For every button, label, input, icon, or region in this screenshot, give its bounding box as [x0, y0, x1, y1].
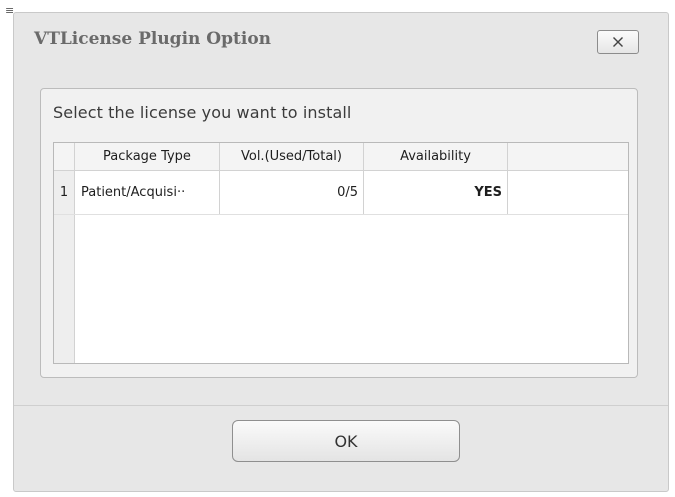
row-index: 1: [54, 171, 75, 214]
close-button[interactable]: [597, 30, 639, 54]
close-icon: [613, 37, 623, 47]
table-header-row: Package Type Vol.(Used/Total) Availabili…: [54, 143, 628, 171]
column-header-availability[interactable]: Availability: [364, 143, 508, 170]
ok-button[interactable]: OK: [232, 420, 460, 462]
column-header-package-type[interactable]: Package Type: [75, 143, 220, 170]
license-table[interactable]: Package Type Vol.(Used/Total) Availabili…: [53, 142, 629, 364]
dialog-window: VTLicense Plugin Option Select the licen…: [13, 12, 669, 492]
cell-volume[interactable]: 0/5: [220, 171, 364, 214]
cell-package-type[interactable]: Patient/Acquisi··: [75, 171, 220, 214]
license-panel: Select the license you want to install P…: [40, 88, 638, 378]
cell-availability[interactable]: YES: [364, 171, 508, 214]
footer-divider: [14, 405, 668, 406]
prompt-label: Select the license you want to install: [53, 103, 352, 122]
column-header-volume[interactable]: Vol.(Used/Total): [220, 143, 364, 170]
corner-header-cell: [54, 143, 75, 170]
dialog-title: VTLicense Plugin Option: [34, 29, 272, 49]
title-bar[interactable]: VTLicense Plugin Option: [14, 13, 668, 73]
table-row[interactable]: 1 Patient/Acquisi·· 0/5 YES: [54, 171, 628, 215]
